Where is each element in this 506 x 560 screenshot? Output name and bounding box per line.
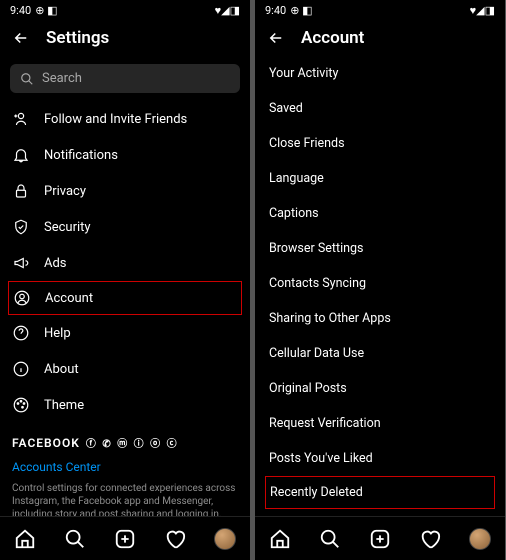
menu-about[interactable]: About [0,351,250,387]
search-icon [20,72,34,86]
facebook-section: FACEBOOK ⓕ ✆ ⓜ ⓘ ⓞ ⓒ [0,423,250,456]
item-close-friends[interactable]: Close Friends [255,126,505,161]
menu-label: Theme [44,398,84,413]
home-icon[interactable] [269,528,291,550]
status-time: 9:40 [265,4,286,17]
accounts-center-link[interactable]: Accounts Center [0,456,250,478]
home-icon[interactable] [14,528,36,550]
bell-icon [12,146,30,164]
shield-icon [12,218,30,236]
header: Account [255,20,505,56]
item-liked[interactable]: Posts You've Liked [255,441,505,476]
menu-label: Security [44,220,91,235]
page-title: Account [301,28,364,48]
back-icon[interactable] [267,29,285,47]
info-icon [12,360,30,378]
menu-label: About [44,362,79,377]
activity-heart-icon[interactable] [419,528,441,550]
search-nav-icon[interactable] [319,528,341,550]
status-right-icons: ♥◢◨ [215,4,240,17]
menu-notifications[interactable]: Notifications [0,137,250,173]
profile-avatar[interactable] [214,528,236,550]
lock-icon [12,182,30,200]
activity-heart-icon[interactable] [164,528,186,550]
status-icon: ⊕ ◧ [290,4,312,17]
search-input[interactable]: Search [10,64,240,93]
menu-label: Follow and Invite Friends [44,112,187,127]
search-nav-icon[interactable] [64,528,86,550]
account-screen: 9:40 ⊕ ◧ ♥◢◨ Account Your Activity Saved… [255,0,505,560]
megaphone-icon [12,254,30,272]
add-post-icon[interactable] [114,528,136,550]
status-bar: 9:40 ⊕ ◧ ♥◢◨ [0,0,250,20]
menu-label: Notifications [44,148,118,163]
item-recently-deleted[interactable]: Recently Deleted [265,476,495,509]
header: Settings [0,20,250,56]
fb-product-icons: ⓕ ✆ ⓜ ⓘ ⓞ ⓒ [86,435,179,450]
item-activity[interactable]: Your Activity [255,56,505,91]
menu-label: Help [44,326,71,341]
menu-account[interactable]: Account [8,281,242,315]
theme-icon [12,396,30,414]
add-friend-icon [12,110,30,128]
profile-avatar[interactable] [469,528,491,550]
add-post-icon[interactable] [369,528,391,550]
bottom-nav [0,516,250,560]
page-title: Settings [46,28,109,48]
menu-privacy[interactable]: Privacy [0,173,250,209]
item-sharing[interactable]: Sharing to Other Apps [255,301,505,336]
menu-help[interactable]: Help [0,315,250,351]
status-icon: ⊕ ◧ [35,4,57,17]
item-verification[interactable]: Request Verification [255,406,505,441]
menu-theme[interactable]: Theme [0,387,250,423]
item-cellular[interactable]: Cellular Data Use [255,336,505,371]
item-browser[interactable]: Browser Settings [255,231,505,266]
status-time: 9:40 [10,4,31,17]
settings-screen: 9:40 ⊕ ◧ ♥◢◨ Settings Search Follow and … [0,0,250,560]
menu-follow-invite[interactable]: Follow and Invite Friends [0,101,250,137]
help-icon [12,324,30,342]
item-contacts[interactable]: Contacts Syncing [255,266,505,301]
bottom-nav [255,516,505,560]
menu-security[interactable]: Security [0,209,250,245]
account-icon [13,289,31,307]
search-placeholder: Search [42,71,82,86]
menu-label: Privacy [44,184,86,199]
menu-label: Account [45,291,93,306]
item-saved[interactable]: Saved [255,91,505,126]
menu-ads[interactable]: Ads [0,245,250,281]
status-right-icons: ♥◢◨ [470,4,495,17]
back-icon[interactable] [12,29,30,47]
item-original[interactable]: Original Posts [255,371,505,406]
item-captions[interactable]: Captions [255,196,505,231]
status-bar: 9:40 ⊕ ◧ ♥◢◨ [255,0,505,20]
item-language[interactable]: Language [255,161,505,196]
menu-label: Ads [44,256,67,271]
